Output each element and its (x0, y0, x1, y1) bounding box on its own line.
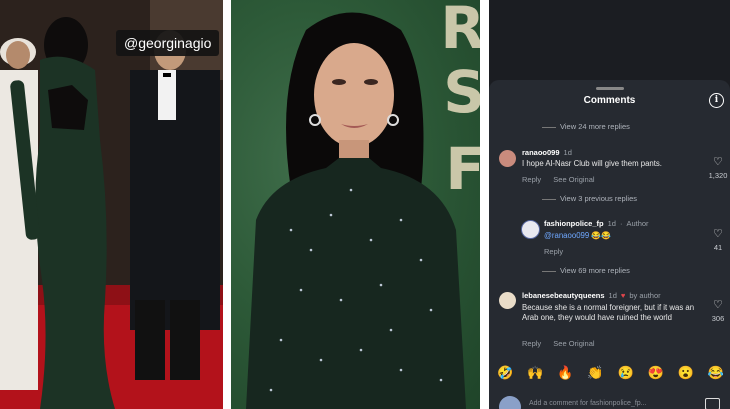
comments-screenshot: Comments i View 24 more replies ranaoo09… (489, 0, 730, 409)
comment-input[interactable]: Add a comment for fashionpolice_fp... (529, 400, 647, 407)
red-carpet-scene (0, 0, 223, 409)
view-more-replies[interactable]: View 24 more replies (542, 122, 630, 131)
emoji-button[interactable]: 😢 (617, 365, 633, 381)
see-original-button[interactable]: See Original (553, 339, 594, 348)
emoji-button[interactable]: 😮 (678, 365, 694, 381)
like-count: 41 (713, 243, 723, 252)
comment-username[interactable]: fashionpolice_fp 1d · Author (544, 219, 649, 228)
comment-username[interactable]: ranaoo099 1d (522, 148, 572, 157)
emoji-button[interactable]: 😂 (708, 365, 724, 381)
center-photo: R S F (231, 0, 480, 409)
gif-icon[interactable] (705, 398, 720, 409)
reply-button[interactable]: Reply (522, 339, 541, 348)
like-count: 306 (711, 314, 725, 323)
emoji-button[interactable]: 😍 (648, 365, 664, 381)
reply-button[interactable]: Reply (544, 247, 563, 256)
comment-text: @ranaoo099 😂😂 (544, 231, 611, 240)
comment-composer[interactable]: Add a comment for fashionpolice_fp... (499, 394, 720, 409)
heart-icon[interactable]: ♡ (713, 155, 723, 168)
emoji-button[interactable]: 🔥 (557, 365, 573, 381)
portrait-figure (246, 12, 466, 409)
comment-actions: Reply See Original (522, 175, 605, 184)
heart-icon[interactable]: ♡ (713, 298, 723, 311)
mention-link[interactable]: @ranaoo099 (544, 231, 589, 240)
emoji-button[interactable]: 👏 (587, 365, 603, 381)
emoji-button[interactable]: 🙌 (527, 365, 543, 381)
info-icon[interactable]: i (709, 93, 724, 108)
username-tag: @georginagio (116, 30, 220, 56)
view-more-replies[interactable]: View 69 more replies (542, 266, 630, 275)
emoji-button[interactable]: 🤣 (497, 365, 513, 381)
comment-text: Because she is a normal foreigner, but i… (522, 303, 695, 322)
like-count: 1,320 (708, 171, 728, 180)
reply-button[interactable]: Reply (522, 175, 541, 184)
avatar[interactable] (499, 292, 516, 309)
avatar[interactable] (499, 150, 516, 167)
heart-icon[interactable]: ♡ (713, 227, 723, 240)
avatar[interactable] (521, 220, 540, 239)
comments-title: Comments (583, 95, 636, 106)
view-previous-replies[interactable]: View 3 previous replies (542, 194, 637, 203)
comment-text: I hope Al-Nasr Club will give them pants… (522, 159, 662, 168)
left-photo: @georginagio (0, 0, 223, 409)
comments-sheet: Comments i View 24 more replies ranaoo09… (489, 80, 730, 409)
drag-handle[interactable] (595, 87, 624, 90)
comment-actions: Reply See Original (522, 339, 605, 348)
avatar (499, 396, 521, 409)
emoji-bar: 🤣 🙌 🔥 👏 😢 😍 😮 😂 (497, 365, 724, 381)
comment-actions: Reply (544, 247, 573, 256)
see-original-button[interactable]: See Original (553, 175, 594, 184)
comment-username[interactable]: lebanesebeautyqueens 1d ♥ by author (522, 291, 661, 300)
